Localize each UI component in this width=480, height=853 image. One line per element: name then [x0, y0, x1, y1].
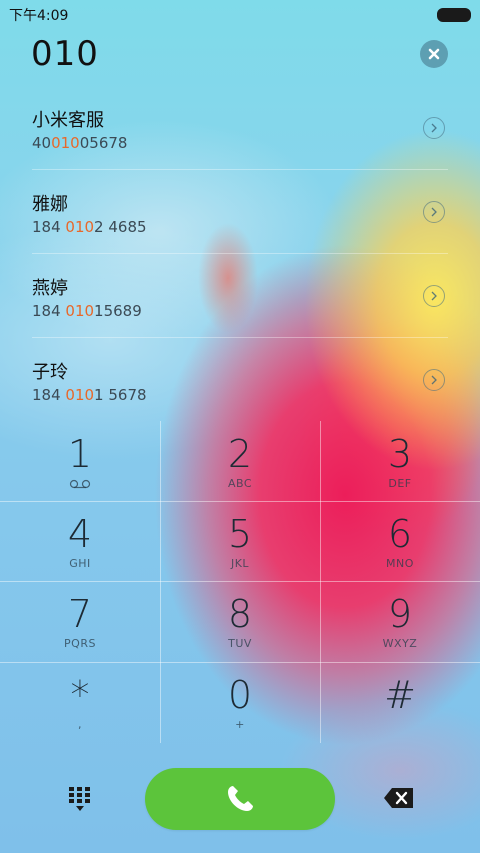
- dialpad-icon: [69, 787, 90, 811]
- key-hash[interactable]: #: [320, 662, 480, 742]
- key-2[interactable]: 2 ABC: [160, 421, 320, 501]
- backspace-icon: [384, 788, 413, 808]
- contact-detail-button[interactable]: [423, 285, 445, 307]
- key-letters: PQRS: [64, 637, 96, 650]
- status-bar: 下午4:09: [0, 0, 480, 28]
- key-digit: *: [70, 673, 90, 717]
- chevron-right-icon: [431, 375, 437, 385]
- status-time: 下午4:09: [9, 8, 69, 24]
- contact-phone: 184 0101 5678: [32, 386, 147, 404]
- contact-name: 燕婷: [32, 278, 68, 299]
- chevron-right-icon: [431, 207, 437, 217]
- key-9[interactable]: 9 WXYZ: [320, 581, 480, 661]
- key-digit: 7: [67, 592, 93, 636]
- clear-icon: [428, 48, 440, 60]
- key-letters: TUV: [228, 637, 252, 650]
- match-highlight: 010: [65, 386, 95, 404]
- key-1[interactable]: 1: [0, 421, 160, 501]
- match-highlight: 010: [65, 218, 95, 236]
- key-digit: 6: [387, 512, 413, 556]
- key-digit: 8: [227, 592, 253, 636]
- key-letters: ,: [78, 718, 82, 731]
- match-highlight: 010: [51, 134, 80, 152]
- contact-item[interactable]: 燕婷 184 01015689: [32, 254, 448, 338]
- key-0[interactable]: 0 +: [160, 662, 320, 742]
- backspace-button[interactable]: [383, 787, 415, 809]
- key-letters: JKL: [230, 557, 250, 570]
- dialer-action-bar: [0, 760, 480, 840]
- dialpad-toggle-button[interactable]: [66, 784, 94, 814]
- key-letters: ABC: [227, 477, 253, 490]
- contact-phone: 184 0102 4685: [32, 218, 147, 236]
- dialed-number-field[interactable]: 010: [31, 34, 99, 74]
- contact-detail-button[interactable]: [423, 117, 445, 139]
- contact-detail-button[interactable]: [423, 369, 445, 391]
- key-digit: 3: [387, 432, 413, 476]
- contact-phone: 4001005678: [32, 134, 128, 152]
- key-8[interactable]: 8 TUV: [160, 581, 320, 661]
- contact-name: 子玲: [32, 362, 68, 383]
- contact-name: 小米客服: [32, 110, 104, 131]
- key-digit: 9: [387, 592, 413, 636]
- key-letters: DEF: [388, 477, 412, 490]
- voicemail-icon: [69, 479, 91, 489]
- call-button[interactable]: [145, 768, 335, 830]
- key-digit: 1: [67, 432, 93, 476]
- key-5[interactable]: 5 JKL: [160, 501, 320, 581]
- key-letters: GHI: [69, 557, 91, 570]
- chevron-right-icon: [431, 291, 437, 301]
- key-4[interactable]: 4 GHI: [0, 501, 160, 581]
- key-letters: +: [235, 718, 245, 731]
- key-letters: MNO: [386, 557, 414, 570]
- key-digit: 5: [227, 512, 253, 556]
- phone-icon: [228, 786, 253, 811]
- clear-button[interactable]: [420, 40, 448, 68]
- key-star[interactable]: * ,: [0, 662, 160, 742]
- key-digit: 2: [227, 432, 253, 476]
- chevron-right-icon: [431, 123, 437, 133]
- contact-name: 雅娜: [32, 194, 68, 215]
- match-highlight: 010: [65, 302, 95, 320]
- key-6[interactable]: 6 MNO: [320, 501, 480, 581]
- contact-detail-button[interactable]: [423, 201, 445, 223]
- key-7[interactable]: 7 PQRS: [0, 581, 160, 661]
- dial-keypad: 1 2 ABC 3 DEF 4 GHI 5 JKL 6 MNO 7 PQRS 8…: [0, 421, 480, 743]
- battery-icon: [437, 8, 471, 22]
- key-digit: 4: [67, 512, 93, 556]
- key-letters: WXYZ: [382, 637, 418, 650]
- key-digit: #: [384, 673, 416, 717]
- contact-phone: 184 01015689: [32, 302, 142, 320]
- key-3[interactable]: 3 DEF: [320, 421, 480, 501]
- contact-item[interactable]: 雅娜 184 0102 4685: [32, 170, 448, 254]
- key-digit: 0: [227, 673, 253, 717]
- contact-item[interactable]: 子玲 184 0101 5678: [32, 338, 448, 422]
- contact-item[interactable]: 小米客服 4001005678: [32, 86, 448, 170]
